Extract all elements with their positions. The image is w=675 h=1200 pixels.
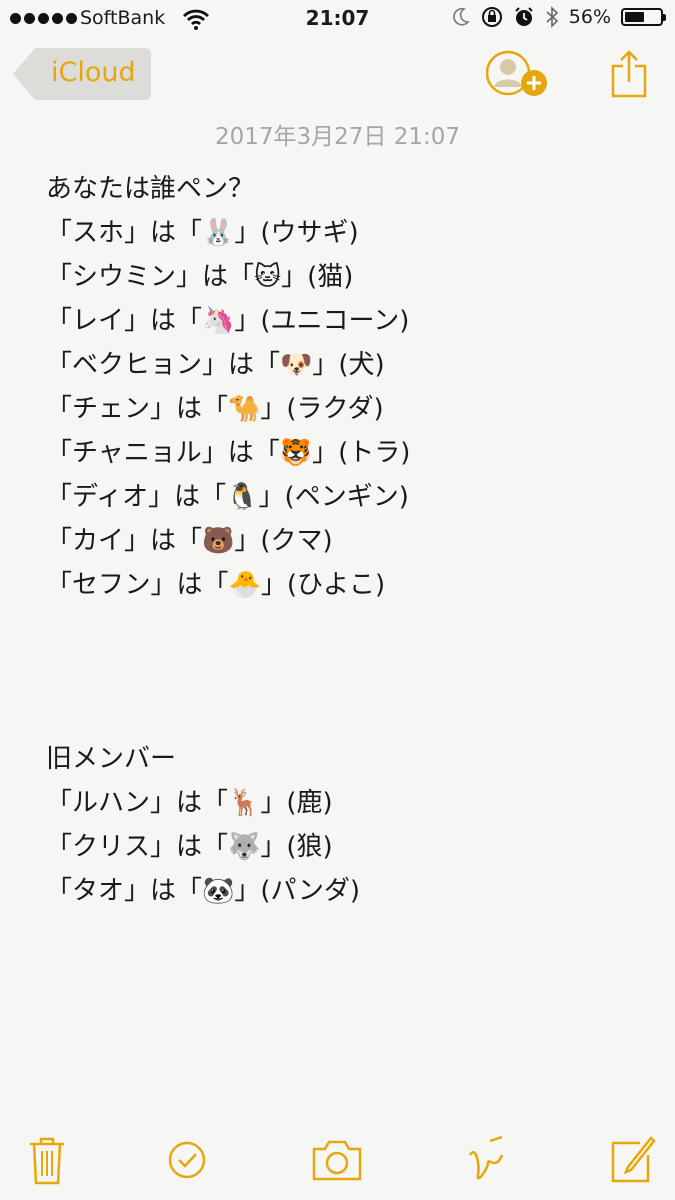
note-line: 「ベクヒョン」は「🐶」(犬) xyxy=(46,350,385,380)
note-line: 「シウミン」は「🐱」(猫) xyxy=(46,262,354,292)
note-timestamp: 2017年3月27日 21:07 xyxy=(214,124,461,150)
note-line: 旧メンバー xyxy=(46,744,177,774)
bottom-toolbar xyxy=(0,1135,675,1185)
note-line: 「スホ」は「🐰」(ウサギ) xyxy=(46,218,359,248)
battery-percent: 56% xyxy=(568,6,611,28)
compose-icon[interactable] xyxy=(610,1135,656,1185)
note-line: 「ルハン」は「🦌」(鹿) xyxy=(46,788,333,818)
note-line: 「ディオ」は「🐧」(ペンギン) xyxy=(46,482,409,512)
camera-icon[interactable] xyxy=(311,1135,363,1185)
back-button-label: iCloud xyxy=(51,57,136,88)
share-icon[interactable] xyxy=(610,48,648,100)
note-line: 「セフン」は「🐣」(ひよこ) xyxy=(46,570,386,600)
alarm-icon xyxy=(515,7,533,26)
note-line: 「カイ」は「🐻」(クマ) xyxy=(46,526,333,556)
note-body[interactable]: あなたは誰ペン？ 「スホ」は「🐰」(ウサギ) 「シウミン」は「🐱」(猫) 「レイ… xyxy=(46,167,410,913)
battery-icon xyxy=(621,8,666,26)
add-people-icon[interactable] xyxy=(486,49,550,99)
note-line: 「クリス」は「🐺」(狼) xyxy=(46,832,333,862)
trash-icon[interactable] xyxy=(28,1135,66,1185)
note-line: 「タオ」は「🐼」(パンダ) xyxy=(46,876,360,906)
battery-level-fill xyxy=(625,12,645,22)
note-line: 「チャニョル」は「🐯」(トラ) xyxy=(46,438,411,468)
sketch-icon[interactable] xyxy=(466,1135,506,1185)
note-line: 「チェン」は「🐪」(ラクダ) xyxy=(46,394,384,424)
note-line: 「レイ」は「🦄」(ユニコーン) xyxy=(46,306,410,336)
rotation-lock-icon xyxy=(481,7,502,27)
note-line: あなたは誰ペン？ xyxy=(46,174,255,204)
back-button[interactable]: iCloud xyxy=(13,48,151,100)
status-bar: SoftBank 21:07 56% xyxy=(0,0,675,40)
checklist-icon[interactable] xyxy=(167,1135,207,1185)
bluetooth-icon xyxy=(546,6,558,28)
moon-icon xyxy=(453,7,470,26)
